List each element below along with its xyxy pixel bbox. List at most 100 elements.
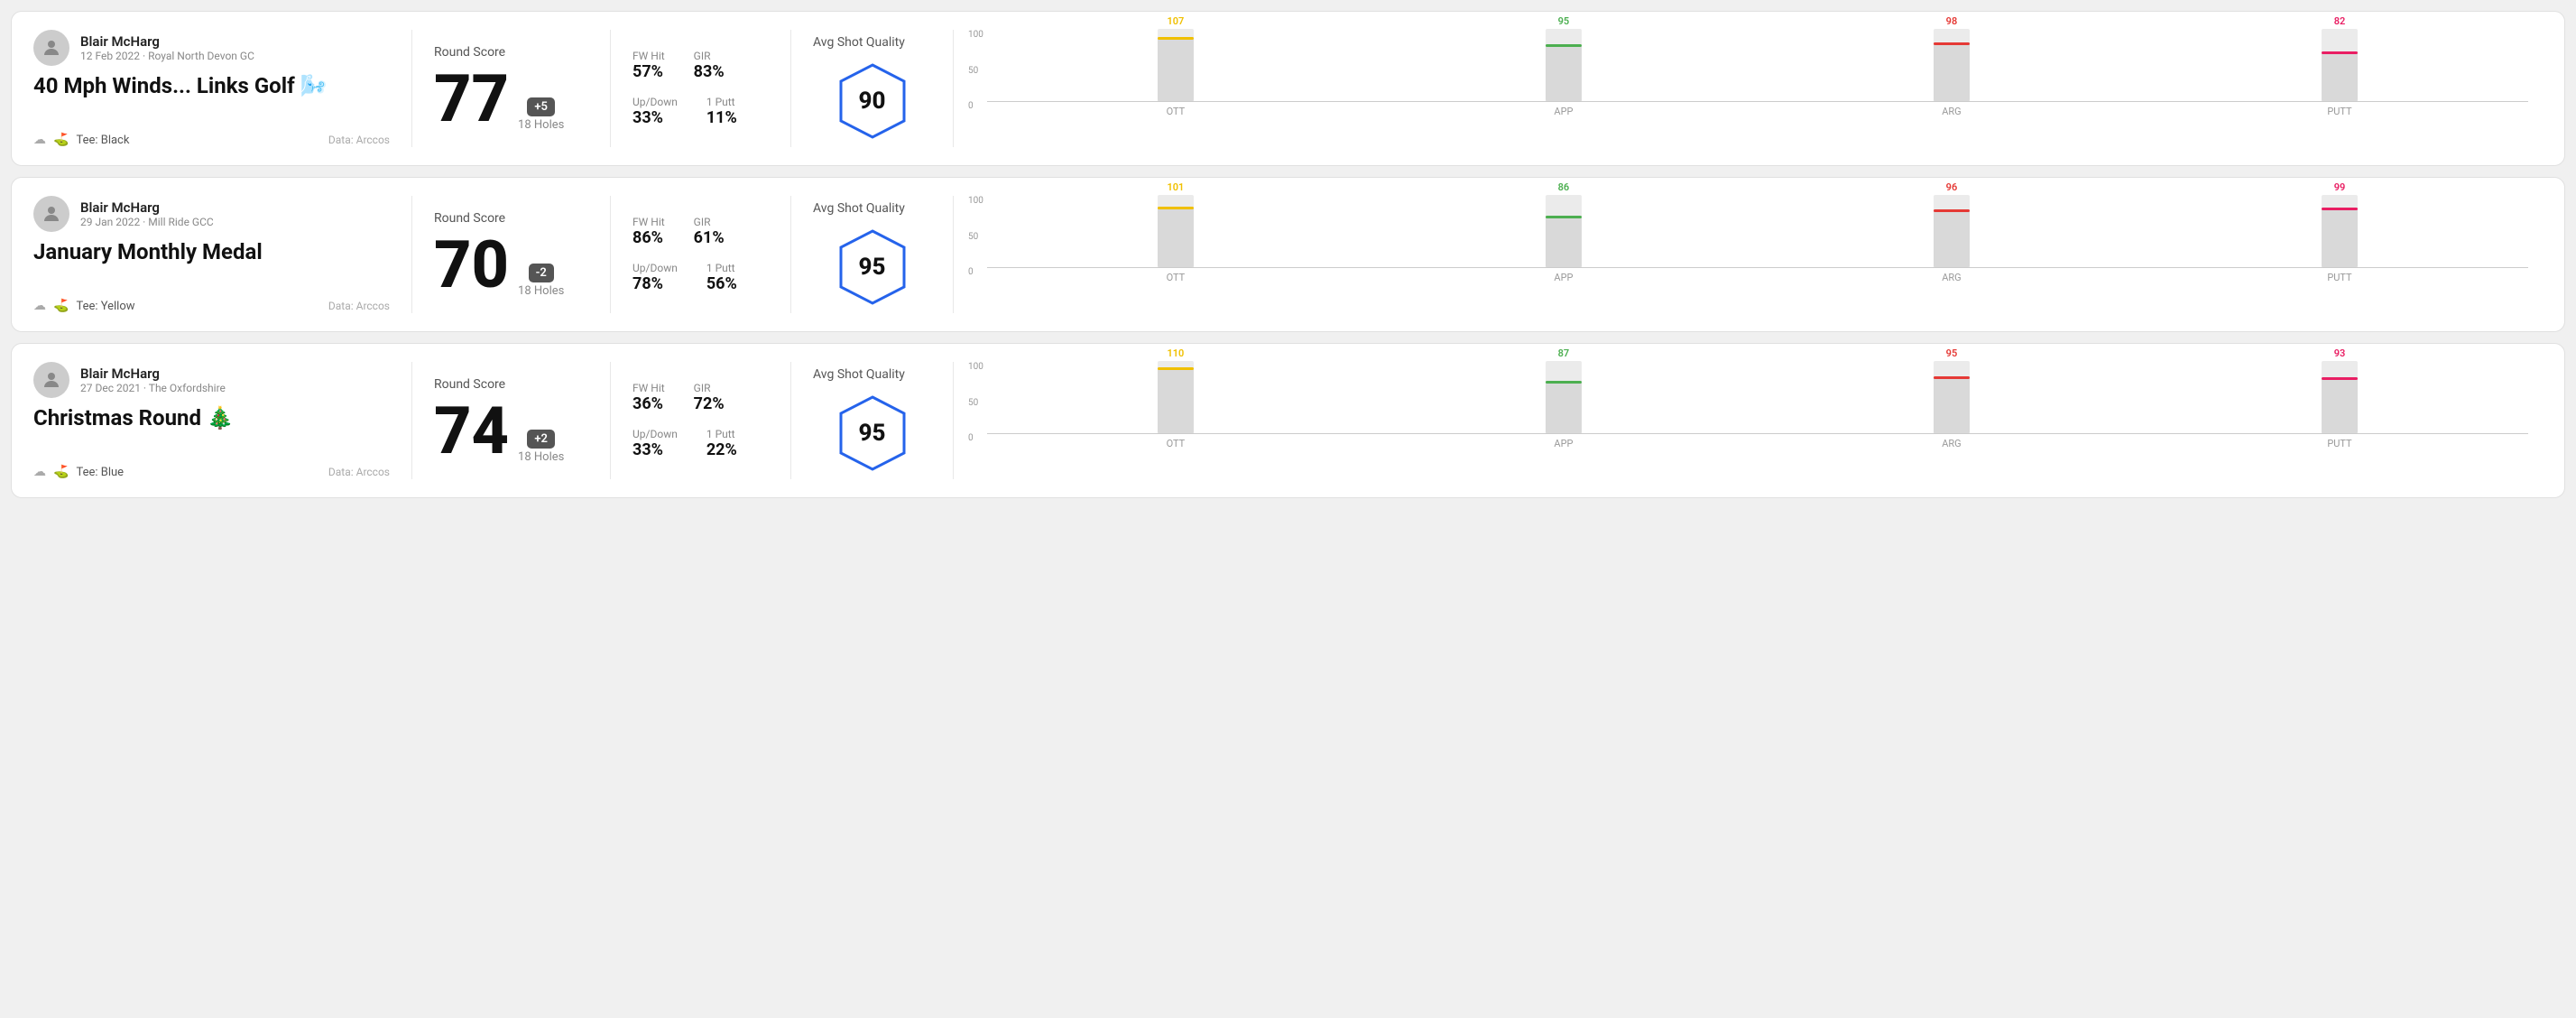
user-name: Blair McHarg — [80, 366, 226, 382]
score-big: 77 — [434, 67, 509, 132]
user-icon — [41, 369, 62, 391]
user-date: 27 Dec 2021 · The Oxfordshire — [80, 382, 226, 394]
holes-label: 18 Holes — [518, 118, 564, 132]
bar-value-app: 95 — [1558, 15, 1570, 27]
round-score-label: Round Score — [434, 45, 588, 60]
bar-value-ott: 110 — [1167, 347, 1184, 359]
quality-label: Avg Shot Quality — [813, 35, 905, 50]
quality-label: Avg Shot Quality — [813, 367, 905, 382]
weather-icon: ☁ — [33, 465, 46, 479]
stats-row-bottom: Up/Down 78% 1 Putt 56% — [632, 262, 769, 293]
round-title: Christmas Round 🎄 — [33, 405, 390, 430]
stats-row-top: FW Hit 36% GIR 72% — [632, 382, 769, 413]
up-down-value: 78% — [632, 274, 678, 293]
round-score-label: Round Score — [434, 211, 588, 226]
tee-label: Tee: Yellow — [76, 300, 134, 313]
stat-up-down: Up/Down 33% — [632, 96, 678, 127]
round-card-1: Blair McHarg 12 Feb 2022 · Royal North D… — [11, 11, 2565, 166]
bar-value-putt: 82 — [2334, 15, 2346, 27]
y-label-0: 0 — [968, 101, 983, 111]
quality-score: 95 — [859, 254, 886, 281]
user-date: 29 Jan 2022 · Mill Ride GCC — [80, 216, 214, 228]
avatar — [33, 30, 69, 66]
fw-hit-value: 36% — [632, 394, 665, 413]
one-putt-value: 22% — [706, 440, 737, 459]
y-label-50: 50 — [968, 66, 983, 76]
bag-icon: ⛳ — [53, 299, 69, 313]
bar-group-app: 87 — [1375, 347, 1752, 433]
card-quality-3: Avg Shot Quality 95 — [791, 362, 954, 479]
card-chart-3: 100 50 0 110 87 — [954, 362, 2543, 479]
card-footer: ☁ ⛳ Tee: Blue Data: Arccos — [33, 465, 390, 479]
bar-x-label-app: APP — [1375, 106, 1752, 117]
card-quality-2: Avg Shot Quality 95 — [791, 196, 954, 313]
up-down-label: Up/Down — [632, 96, 678, 108]
card-stats-1: FW Hit 57% GIR 83% Up/Down 33% 1 Putt 11… — [611, 30, 791, 147]
holes-label: 18 Holes — [518, 450, 564, 464]
stat-fw-hit: FW Hit 36% — [632, 382, 665, 413]
bar-x-label-ott: OTT — [987, 438, 1364, 449]
round-card-3: Blair McHarg 27 Dec 2021 · The Oxfordshi… — [11, 343, 2565, 498]
stat-up-down: Up/Down 78% — [632, 262, 678, 293]
stat-gir: GIR 61% — [694, 216, 725, 247]
y-label-100: 100 — [968, 362, 983, 372]
bar-group-ott: 101 — [987, 181, 1364, 267]
up-down-label: Up/Down — [632, 428, 678, 440]
user-date: 12 Feb 2022 · Royal North Devon GC — [80, 50, 254, 62]
hexagon: 95 — [832, 227, 913, 308]
fw-hit-label: FW Hit — [632, 382, 665, 394]
score-big: 70 — [434, 233, 509, 298]
stat-one-putt: 1 Putt 11% — [706, 96, 737, 127]
bar-x-label-putt: PUTT — [2151, 106, 2528, 117]
stat-gir: GIR 83% — [694, 50, 725, 81]
one-putt-label: 1 Putt — [706, 96, 737, 108]
score-diff-badge: +5 — [527, 97, 555, 116]
gir-label: GIR — [694, 382, 725, 394]
bar-group-app: 86 — [1375, 181, 1752, 267]
bar-x-label-app: APP — [1375, 272, 1752, 283]
stats-row-bottom: Up/Down 33% 1 Putt 22% — [632, 428, 769, 459]
avatar — [33, 196, 69, 232]
gir-value: 72% — [694, 394, 725, 413]
bar-x-label-arg: ARG — [1763, 272, 2140, 283]
bar-value-app: 87 — [1558, 347, 1570, 359]
gir-label: GIR — [694, 216, 725, 228]
round-score-label: Round Score — [434, 377, 588, 392]
bar-group-arg: 96 — [1763, 181, 2140, 267]
round-title: 40 Mph Winds... Links Golf 🌬️ — [33, 73, 390, 98]
one-putt-value: 56% — [706, 274, 737, 293]
stat-up-down: Up/Down 33% — [632, 428, 678, 459]
y-label-50: 50 — [968, 398, 983, 408]
bag-icon: ⛳ — [53, 133, 69, 147]
user-name: Blair McHarg — [80, 33, 254, 50]
weather-icon: ☁ — [33, 133, 46, 147]
card-left-2: Blair McHarg 29 Jan 2022 · Mill Ride GCC… — [33, 196, 412, 313]
y-label-100: 100 — [968, 196, 983, 206]
stat-one-putt: 1 Putt 22% — [706, 428, 737, 459]
quality-score: 95 — [859, 420, 886, 447]
round-card-2: Blair McHarg 29 Jan 2022 · Mill Ride GCC… — [11, 177, 2565, 332]
bar-x-label-ott: OTT — [987, 106, 1364, 117]
y-label-0: 0 — [968, 267, 983, 277]
bar-value-ott: 107 — [1167, 15, 1184, 27]
bar-x-label-putt: PUTT — [2151, 272, 2528, 283]
bar-x-label-arg: ARG — [1763, 106, 2140, 117]
avatar — [33, 362, 69, 398]
card-stats-2: FW Hit 86% GIR 61% Up/Down 78% 1 Putt 56… — [611, 196, 791, 313]
y-label-100: 100 — [968, 30, 983, 40]
card-quality-1: Avg Shot Quality 90 — [791, 30, 954, 147]
bar-group-arg: 98 — [1763, 15, 2140, 101]
score-row: 74 +2 18 Holes — [434, 399, 588, 464]
bar-value-arg: 95 — [1946, 347, 1958, 359]
bar-group-app: 95 — [1375, 15, 1752, 101]
bar-value-arg: 96 — [1946, 181, 1958, 193]
card-left-1: Blair McHarg 12 Feb 2022 · Royal North D… — [33, 30, 412, 147]
y-label-50: 50 — [968, 232, 983, 242]
up-down-value: 33% — [632, 108, 678, 127]
holes-label: 18 Holes — [518, 284, 564, 298]
stat-one-putt: 1 Putt 56% — [706, 262, 737, 293]
fw-hit-value: 86% — [632, 228, 665, 247]
card-chart-2: 100 50 0 101 86 — [954, 196, 2543, 313]
quality-score: 90 — [859, 88, 886, 115]
bar-group-ott: 110 — [987, 347, 1364, 433]
